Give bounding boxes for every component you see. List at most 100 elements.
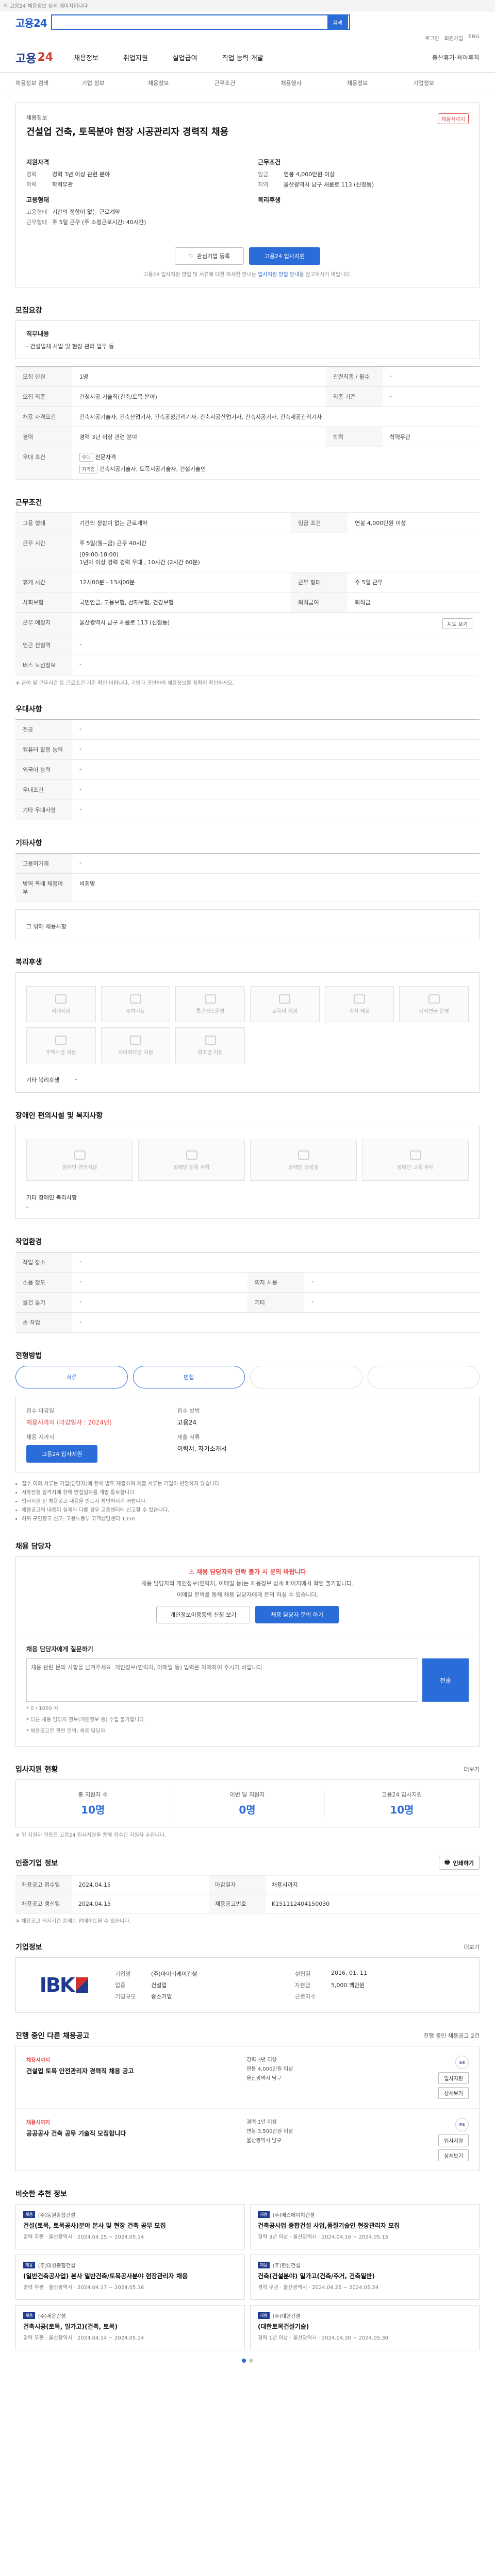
other-job-apply-button[interactable]: 입사지원 [438,2072,469,2084]
table-header: 고용허가제 [15,853,72,874]
map-button[interactable]: 지도 보기 [442,618,472,629]
pager-dot[interactable] [249,2359,253,2363]
gnb-side-link[interactable]: 출산휴가·육아휴직 [432,53,480,62]
table-header: 채용공고 갱신일 [15,1894,72,1913]
other-jobs-more[interactable]: 진행 중인 채용공고 2건 [423,2031,480,2040]
table-cell: 학력무관 [382,427,480,447]
recommend-pager [15,2359,480,2363]
process-section: 전형방법 서류 면접 접수 마감일 채용시까지 (마감일자 : 2024년) 채… [15,1350,480,1523]
qna-hint: * 다른 채용 담당자 정보(개인정보 등) 수집 불가합니다. [26,1717,146,1723]
apply-button[interactable]: 고용24 입사지원 [249,247,321,265]
work-time-cell: 주 5일(월~금) 근무 40시간 (09:00-18:00) 1년차 이상 경… [72,533,480,572]
question-textarea[interactable] [26,1658,418,1702]
privacy-consent-button[interactable]: 개인정보이용동의 신청 보기 [156,1606,251,1623]
other-job-apply-button[interactable]: 입사지원 [438,2134,469,2146]
print-label: 인쇄하기 [453,1859,474,1867]
work-time-line: 1년차 이상 경력 경력 우대 , 10시간 (2시간 60분) [79,559,200,566]
company-more-link[interactable]: 더보기 [464,1943,480,1951]
brand-logo[interactable]: 고용 24 [15,49,53,66]
company-label: 자본금 [295,1982,311,1989]
sub-tab[interactable]: 기업정보 [413,79,480,87]
sub-tab[interactable]: 채용정보 검색 [15,79,82,87]
print-button[interactable]: 🖶 인쇄하기 [439,1856,480,1870]
stat-value: 10명 [81,1804,105,1816]
contact-manager-button[interactable]: 채용 담당자 문의 하기 [255,1606,339,1623]
recommend-title-text: 건설(토목, 토목공사)분야 본사 및 현장 건축 공무 모집 [23,2222,166,2229]
qna-hint: * 0 / 1000 자 [26,1706,59,1711]
table-cell: 경력 3년 이상 관련 분야 [72,427,326,447]
recruit-table: 모집 인원 1명 관련직종 / 필수 - 모집 직종 건설시공 기술직(건축/토목 분… [15,366,480,480]
qna-box: ⚠ 채용 담당자와 연락 불가 시 문의 바랍니다 채용 담당자의 개인정보(연… [15,1556,480,1634]
table-header: 버스 노선정보 [15,655,72,675]
gnb-item-training[interactable]: 직업 능력 개발 [222,53,263,62]
recommend-card[interactable]: 채용 (주)에스에이치건설 건축공사업 종합건설 사업,품질기술인 현장관리자 모집… [250,2204,480,2249]
apply-button-bottom[interactable]: 고용24 입사지원 [26,1445,98,1463]
pager-dot[interactable] [242,2359,246,2363]
list-item: 허위 구인광고 신고: 고용노동부 고객상담센터 1350 [22,1515,480,1523]
recommend-grid: 채용 (주)동원종합건설 건설(토목, 토목공사)분야 본사 및 현장 건축 공무 … [15,2204,480,2350]
welfare-heading: 복리후생 [258,196,281,204]
list-item[interactable]: 채용시까지 공공공사 건축 공무 기술직 모집합니다 경력 1년 이상 연봉 3,5… [16,2109,479,2171]
other-job-detail-button[interactable]: 상세보기 [438,2087,469,2099]
location-label: 지역 [258,181,269,188]
recommend-card[interactable]: 채용 (주)한신건설 건축(건설분야) 일가고(건축/주거, 건축일반) 경력 무관 … [250,2255,480,2300]
company-logo-icon: IBK [455,2056,469,2069]
work-time-line: (09:00-18:00) [79,551,119,558]
sub-tab[interactable]: 기업 정보 [82,79,148,87]
other-job-detail-button[interactable]: 상세보기 [438,2149,469,2161]
login-link[interactable]: 로그인 [425,34,439,42]
workplace-cell: 울산광역시 남구 새릅로 113 (신정동) 지도 보기 [72,612,480,635]
site-logo[interactable]: 고용24 [15,15,47,30]
recommend-card[interactable]: 채용 (주)대한건설 (대한토목건설기술) 경력 1년 이상 · 울산광역시 · 20… [250,2305,480,2350]
other-job-title[interactable]: 건설업 토목 안전관리자 경력직 채용 공고 [26,2066,241,2075]
disability-item: 장애인 편의시설 [26,1140,133,1181]
sub-tab[interactable]: 채용정보 [148,79,214,87]
sub-tab[interactable]: 근무조건 [214,79,281,87]
welfare-label: 주택자금 지원 [46,1049,76,1056]
recommend-card[interactable]: 채용 (주)동원종합건설 건설(토목, 토목공사)분야 본사 및 현장 건축 공무 … [15,2204,245,2249]
welfare-item: 통근버스운영 [175,986,245,1022]
close-icon[interactable] [3,3,8,8]
table-header: 손 작업 [15,1312,72,1333]
location-value: 울산광역시 남구 새릅로 113 (신정동) [284,181,374,188]
table-cell: 퇴직금 [348,592,480,613]
conditions-title: 근무조건 [15,499,42,507]
gnb-item-jobs[interactable]: 채용정보 [74,53,98,62]
stats-title: 입사지원 현황 [15,1766,58,1774]
table-row: 외국어 능력 - [15,759,480,780]
table-header: 병역 특례 채용여부 [15,873,72,902]
english-link[interactable]: ENG [468,34,480,42]
signup-link[interactable]: 회원가입 [444,34,464,42]
welfare-grid: 식대지원 주차가능 통근버스운영 교육비 지원 숙식 제공 퇴직연금 운영 주택… [26,981,469,1069]
stats-more-link[interactable]: 더보기 [464,1765,480,1773]
qna-text: 채용 담당자의 개인정보(연락처, 이메일 등)는 채용정보 상세 페이지에서 … [141,1580,354,1587]
table-cell: - [72,759,480,780]
qna-text: 이메일 문의를 통해 채용 담당자에게 문의 하실 수 있습니다. [176,1591,319,1598]
qna-alert: ⚠ 채용 담당자와 연락 불가 시 문의 바랍니다 [26,1567,469,1576]
sub-tab[interactable]: 채용정보 [347,79,414,87]
recommend-card[interactable]: 채용 (주)대성종합건설 (일반건축공사업) 본사 일반건축/토목공사분야 현장관리… [15,2255,245,2300]
table-cell: - [72,1272,248,1293]
interest-company-label: 관심기업 등록 [196,253,230,260]
list-item[interactable]: 채용시까지 건설업 토목 안전관리자 경력직 채용 공고 경력 3년 이상 연봉 4… [16,2046,479,2109]
pension-icon [428,994,440,1004]
table-cell: - [72,1252,480,1273]
table-cell: 기간의 정함이 없는 근로계약 [72,513,291,533]
other-job-title[interactable]: 공공공사 건축 공무 기술직 모집합니다 [26,2129,241,2138]
welfare-label: 경조금 지원 [197,1049,223,1056]
prefer-section: 우대사항 전공 - 컴퓨터 활용 능력 - 외국어 능력 - 우대조건 - 기타 우대사… [15,704,480,820]
table-header: 우대조건 [15,779,72,800]
gnb-item-employment[interactable]: 취업지원 [123,53,148,62]
table-cell: - [304,1292,480,1313]
sub-tab[interactable]: 채용행사 [280,79,347,87]
apply-guide-link[interactable]: 입사지원 방법 안내 [258,272,299,278]
gnb-item-benefits[interactable]: 실업급여 [173,53,197,62]
company-logo: IBK [25,1967,103,2003]
table-row: 컴퓨터 활용 능력 - [15,739,480,760]
documents-label: 제출 서류 [177,1434,200,1440]
search-button[interactable]: 검색 [327,15,348,29]
recommend-card[interactable]: 채용 (주)세운건설 건축시공(토목, 일가고)(건축, 토목) 경력 무관 · 울산… [15,2305,245,2350]
search-input[interactable] [56,19,327,26]
interest-company-button[interactable]: ♡ 관심기업 등록 [174,247,244,265]
send-button[interactable]: 전송 [422,1658,469,1702]
